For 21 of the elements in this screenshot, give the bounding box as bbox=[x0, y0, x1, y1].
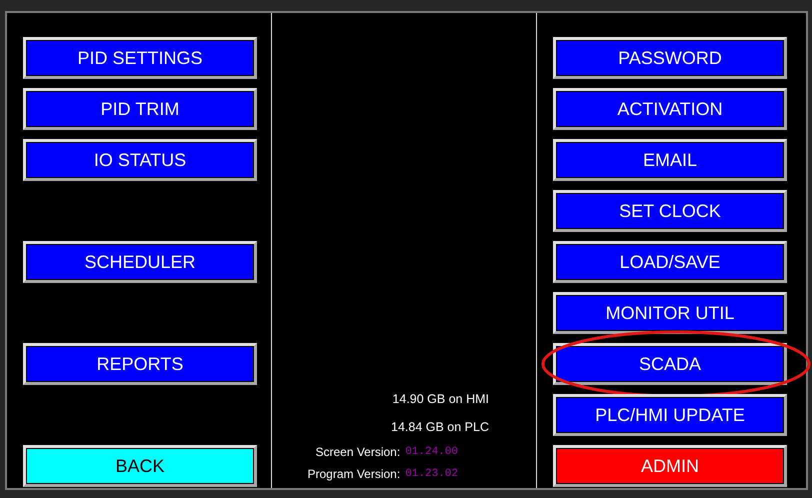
menu-button[interactable]: PLC/HMI UPDATE bbox=[553, 394, 787, 436]
menu-button[interactable]: LOAD/SAVE bbox=[553, 241, 787, 283]
storage-text: 14.90 GB on HMI bbox=[392, 392, 489, 406]
version-label: Program Version: bbox=[307, 466, 400, 483]
menu-button[interactable]: PID SETTINGS bbox=[23, 37, 257, 79]
version-label: Screen Version: bbox=[315, 444, 400, 461]
menu-button[interactable]: REPORTS bbox=[23, 343, 257, 385]
menu-button[interactable]: PID TRIM bbox=[23, 88, 257, 130]
menu-button[interactable]: ADMIN bbox=[553, 445, 787, 487]
menu-button[interactable]: SET CLOCK bbox=[553, 190, 787, 232]
menu-button[interactable]: IO STATUS bbox=[23, 139, 257, 181]
version-value: 01.24.00 bbox=[405, 445, 458, 460]
menu-button[interactable]: MONITOR UTIL bbox=[553, 292, 787, 334]
menu-button[interactable]: SCHEDULER bbox=[23, 241, 257, 283]
storage-text: 14.84 GB on PLC bbox=[391, 420, 489, 434]
menu-button[interactable]: BACK bbox=[23, 445, 257, 487]
menu-button[interactable]: ACTIVATION bbox=[553, 88, 787, 130]
menu-button[interactable]: EMAIL bbox=[553, 139, 787, 181]
menu-button[interactable]: SCADA bbox=[553, 343, 787, 385]
menu-button[interactable]: PASSWORD bbox=[553, 37, 787, 79]
version-value: 01.23.02 bbox=[405, 467, 458, 482]
